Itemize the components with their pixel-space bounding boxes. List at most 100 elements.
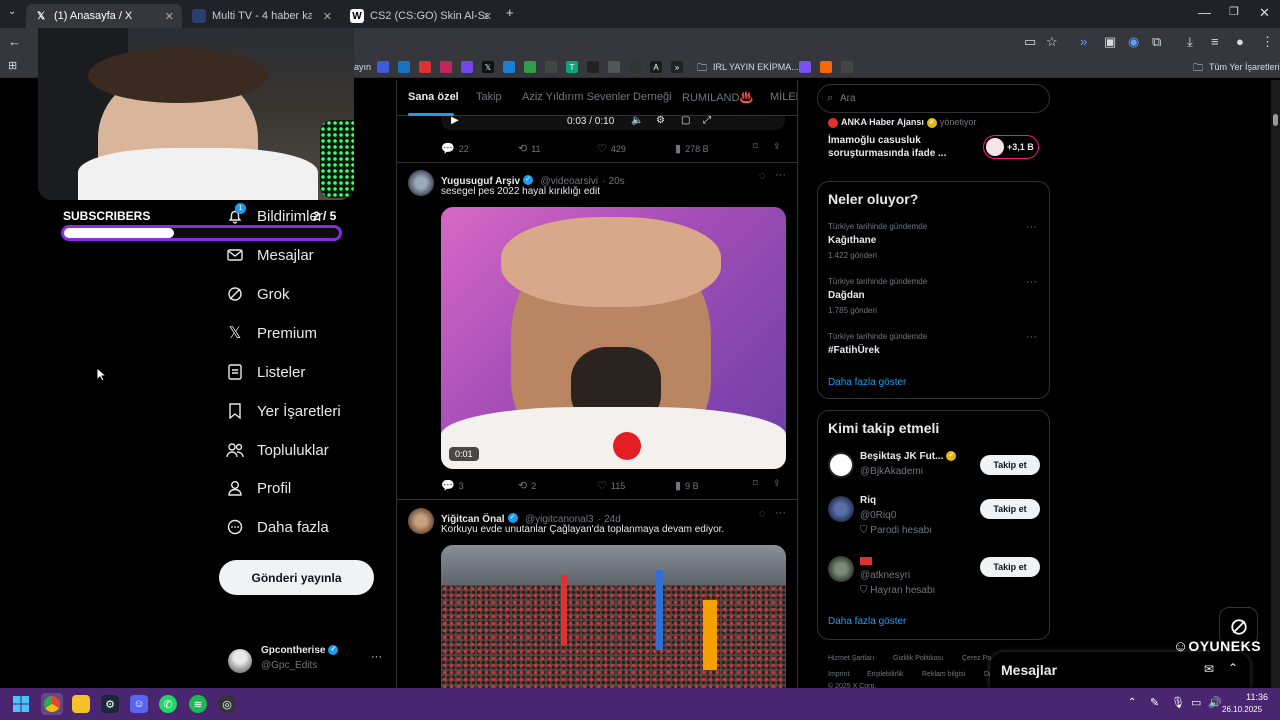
tab-following[interactable]: Takip [476,91,502,103]
puzzle-icon[interactable]: ⧉ [1152,34,1161,50]
close-tab-icon[interactable]: ✕ [165,10,174,23]
footer-link[interactable]: Hizmet Şartları [828,655,874,662]
views-count[interactable]: ▮ 9 B [675,479,699,492]
extension-icon[interactable]: ▣ [1104,34,1116,50]
post-button[interactable]: Gönderi yayınla [219,560,374,595]
avatar[interactable] [408,170,434,196]
follow-suggestion[interactable]: @atknesyri ⛉ Hayran hesabı Takip et [818,553,1049,597]
account-switcher[interactable]: Gpcontherise ✓ @Gpc_Edits ··· [228,643,388,679]
avatar[interactable] [408,508,434,534]
footer-link[interactable]: Çerez Po [962,655,991,662]
tray-chevron-icon[interactable]: ⌃ [1128,697,1136,708]
new-message-icon[interactable]: ✉ [1204,662,1214,676]
minimize-icon[interactable]: — [1198,5,1211,20]
share-icon[interactable]: ⇪ [773,478,781,489]
nav-communities[interactable]: Topluluklar [226,435,329,465]
tweet-more-icon[interactable]: ··· [775,169,786,181]
obs-icon[interactable]: ◎ [218,695,236,713]
bookmark-icon[interactable] [587,61,599,73]
tweet-video[interactable]: 0:01 [441,207,786,469]
search-input[interactable]: Ara [840,93,856,104]
trend-item[interactable]: Türkiye tarihinde gündemde Dağdan 1.785 … [818,275,1049,319]
retweet-count[interactable]: ⟲ 11 [518,142,541,155]
download-icon[interactable]: ⤓ [1187,34,1193,50]
follow-suggestion[interactable]: Beşiktaş JK Fut... ✓ @BjkAkademi Takip et [818,449,1049,489]
trend-more-icon[interactable]: ··· [1026,276,1037,288]
pen-icon[interactable]: ✎ [1150,696,1159,709]
bookmark-icon[interactable] [608,61,620,73]
all-bookmarks[interactable]: Tüm Yer İşaretleri [1209,62,1280,72]
close-tab-icon[interactable]: ✕ [483,10,492,23]
network-icon[interactable]: ▭ [1191,696,1201,709]
nav-premium[interactable]: 𝕏 Premium [226,318,317,348]
nav-bookmarks[interactable]: Yer İşaretleri [226,396,341,426]
bookmark-icon[interactable]: ⌑ [753,141,758,152]
steam-icon[interactable]: ⚙ [101,695,119,713]
chrome-icon[interactable] [41,693,63,715]
views-count[interactable]: ▮ 278 B [675,142,709,155]
grok-icon[interactable]: ◌ [759,508,766,520]
tab-list[interactable]: RUMILAND♨️ [682,91,753,104]
bookmark-icon[interactable] [841,61,853,73]
reading-list-icon[interactable]: ≡ [1211,34,1219,49]
tab-x-home[interactable]: 𝕏 (1) Anasayfa / X ✕ [26,4,182,28]
grok-icon[interactable]: ◌ [759,170,766,182]
search-box[interactable]: ⌕ Ara [817,84,1050,113]
start-icon[interactable] [12,695,30,713]
trend-more-icon[interactable]: ··· [1026,221,1037,233]
footer-link[interactable]: Imprint [828,671,849,678]
extension-icon[interactable]: ◉ [1128,34,1139,50]
cast-icon[interactable]: ▭ [1024,34,1036,50]
instagram-icon[interactable] [440,61,452,73]
share-icon[interactable]: ⇪ [773,141,781,152]
pip-icon[interactable]: ▢ [681,115,690,126]
nav-lists[interactable]: Listeler [226,357,305,387]
restore-icon[interactable]: ❐ [1229,5,1239,18]
play-icon[interactable]: ▶ [451,115,459,126]
close-tab-icon[interactable]: ✕ [323,10,332,23]
fullscreen-icon[interactable]: ⤢ [703,115,711,126]
menu-icon[interactable]: ⋮ [1261,34,1274,50]
reply-count[interactable]: 💬 3 [441,479,464,492]
x-logo-icon[interactable]: 𝕏 [482,61,494,73]
new-tab-button[interactable]: + [506,5,514,20]
footer-link[interactable]: Reklam bilgisi [922,671,965,678]
settings-icon[interactable]: ⚙ [656,115,665,126]
nav-messages[interactable]: Mesajlar [226,240,314,270]
tab-list[interactable]: Aziz Yıldırım Sevenler Derneği [522,91,672,103]
profile-icon[interactable]: ● [1236,34,1244,49]
volume-icon[interactable]: 🔊 [1208,696,1222,709]
retweet-count[interactable]: ⟲ 2 [518,479,536,492]
whatsapp-icon[interactable]: ✆ [159,695,177,713]
star-icon[interactable]: ☆ [1046,34,1058,50]
apps-grid-icon[interactable]: ⊞ [8,59,17,72]
discord-icon[interactable]: ☺ [130,695,148,713]
grok-icon[interactable] [629,61,641,73]
back-icon[interactable]: ← [8,34,21,49]
bookmark-label[interactable]: ayın [354,62,371,72]
expand-icon[interactable]: ⌃ [1228,661,1238,675]
live-listeners[interactable]: +3,1 B [983,135,1039,159]
spotify-icon[interactable]: ≋ [189,695,207,713]
bookmark-icon[interactable] [398,61,410,73]
footer-link[interactable]: Erişilebilirlik [867,671,904,678]
live-space-card[interactable]: ANKA Haber Ajansı ✓ yönetiyor İmamoğlu cas… [817,113,1050,171]
bookmark-icon[interactable] [419,61,431,73]
bookmark-icon[interactable] [377,61,389,73]
bookmark-folder[interactable]: IRL YAYIN EKİPMA... [713,62,799,72]
tab-search-icon[interactable]: ⌄ [8,6,16,17]
twitch-icon[interactable] [461,61,473,73]
nav-profile[interactable]: Profil [226,473,291,503]
tweet-more-icon[interactable]: ··· [775,507,786,519]
trend-item[interactable]: Türkiye tarihinde gündemde #FatihÜrek ··… [818,330,1049,360]
sheets-icon[interactable] [524,61,536,73]
bookmark-icon[interactable]: T [566,61,578,73]
nav-grok[interactable]: Grok [226,279,290,309]
bookmark-icon[interactable]: » [671,61,683,73]
bookmark-icon[interactable] [545,61,557,73]
clock-date[interactable]: 26.10.2025 [1222,705,1262,714]
follow-button[interactable]: Takip et [980,557,1040,577]
close-window-icon[interactable]: ✕ [1259,5,1270,21]
account-more-icon[interactable]: ··· [371,651,382,663]
nav-more[interactable]: Daha fazla [226,512,329,542]
